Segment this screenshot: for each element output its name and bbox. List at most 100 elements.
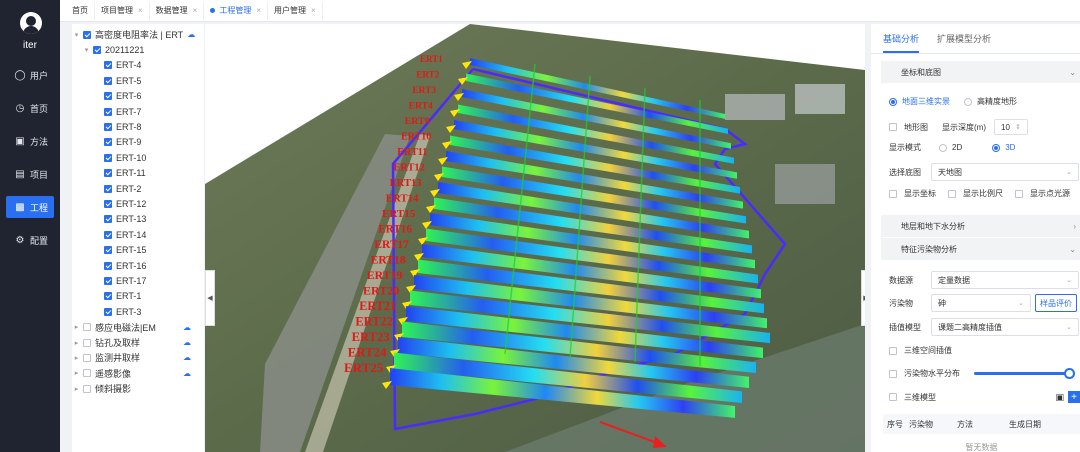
checkbox[interactable] [104, 246, 112, 255]
show-coords-checkbox[interactable] [889, 189, 897, 198]
caret-right-icon[interactable]: ▸ [72, 354, 81, 362]
caret-down-icon[interactable]: ▾ [82, 46, 91, 54]
tree-ert-item[interactable]: ERT-5 [72, 73, 204, 88]
section-strata-groundwater[interactable]: 地层和地下水分析 › [881, 215, 1080, 237]
close-icon[interactable]: × [311, 6, 316, 15]
cloud-upload-icon[interactable]: ☁ [183, 369, 191, 378]
show-light-checkbox[interactable] [1015, 189, 1023, 198]
caret-right-icon[interactable]: ▸ [72, 369, 81, 377]
tree-method-item[interactable]: ▸ 感应电磁法|EM ☁ [72, 319, 204, 334]
checkbox[interactable] [104, 230, 112, 239]
stepper-arrows-icon[interactable]: ⇕ [1015, 123, 1021, 131]
tab-user-management[interactable]: 用户管理 × [268, 1, 323, 20]
tree-root-ert[interactable]: ▾ 高密度电阻率法 | ERT ☁ [72, 27, 204, 42]
checkbox[interactable] [104, 169, 112, 178]
tree-ert-item[interactable]: ERT-12 [72, 196, 204, 211]
checkbox[interactable] [104, 261, 112, 270]
tab-extended-model-analysis[interactable]: 扩展模型分析 [937, 32, 991, 53]
tab-data-management[interactable]: 数据管理 × [150, 1, 205, 20]
tree-ert-item[interactable]: ERT-6 [72, 89, 204, 104]
tree-method-item[interactable]: ▸ 倾斜摄影 [72, 381, 204, 396]
section-pollutant-analysis[interactable]: 特征污染物分析 ⌄ [881, 238, 1080, 260]
checkbox[interactable] [104, 184, 112, 193]
sidebar-item-method[interactable]: ▣ 方法 [0, 130, 60, 152]
tree-ert-item[interactable]: ERT-15 [72, 242, 204, 257]
tree-ert-item[interactable]: ERT-17 [72, 273, 204, 288]
tab-basic-analysis[interactable]: 基础分析 [883, 32, 920, 53]
show-scale-checkbox[interactable] [948, 189, 956, 198]
checkbox[interactable] [104, 215, 112, 224]
radio-ground-3d[interactable]: 地面三维实景 [889, 96, 950, 107]
sidebar-item-project[interactable]: ▤ 项目 [0, 163, 60, 185]
section-coordinates-basemap[interactable]: 坐标和底图 ⌄ [881, 61, 1080, 83]
cloud-upload-icon[interactable]: ☁ [183, 323, 191, 332]
depth-stepper[interactable]: 10 ⇕ [994, 119, 1028, 135]
tree-ert-item[interactable]: ERT-10 [72, 150, 204, 165]
tab-project-management[interactable]: 项目管理 × [95, 1, 150, 20]
checkbox[interactable] [83, 338, 91, 347]
radio-2d[interactable]: 2D [939, 143, 962, 152]
tree-method-item[interactable]: ▸ 遥感影像 ☁ [72, 366, 204, 381]
checkbox[interactable] [104, 76, 112, 85]
distribution-slider[interactable] [974, 368, 1075, 379]
tree-ert-item[interactable]: ERT-7 [72, 104, 204, 119]
datasource-select[interactable]: 定量数据 ⌄ [931, 271, 1079, 289]
map-3d-view[interactable]: ERT1 ERT2 ERT3 ERT4 ERT9 ERT10 ERT11 ERT12 ERT13… [205, 24, 865, 452]
horizontal-dist-checkbox[interactable] [889, 369, 897, 378]
tree-ert-item[interactable]: ERT-11 [72, 166, 204, 181]
tree-ert-item[interactable]: ERT-1 [72, 289, 204, 304]
collapse-left-handle[interactable]: ◀ [205, 270, 215, 326]
basemap-select[interactable]: 天地图 ⌄ [931, 163, 1079, 181]
interp-model-select[interactable]: 课题二高精度插值 ⌄ [931, 318, 1079, 336]
map-canvas[interactable]: ERT1 ERT2 ERT3 ERT4 ERT9 ERT10 ERT11 ERT12 ERT13… [205, 24, 865, 452]
trash-icon[interactable]: ▣ [1055, 392, 1064, 403]
checkbox[interactable] [104, 107, 112, 116]
spatial-interp-checkbox[interactable] [889, 346, 897, 355]
checkbox[interactable] [83, 384, 91, 393]
avatar[interactable] [20, 12, 42, 34]
tree-ert-item[interactable]: ERT-16 [72, 258, 204, 273]
terrain-map-checkbox[interactable] [889, 123, 897, 131]
close-icon[interactable]: × [193, 6, 198, 15]
pollutant-select[interactable]: 砷 ⌄ [931, 294, 1031, 312]
checkbox[interactable] [83, 323, 91, 332]
checkbox[interactable] [104, 61, 112, 70]
tree-method-item[interactable]: ▸ 监测井取样 ☁ [72, 350, 204, 365]
tree-ert-item[interactable]: ERT-9 [72, 135, 204, 150]
radio-3d[interactable]: 3D [992, 143, 1015, 152]
checkbox[interactable] [83, 369, 91, 378]
tree-ert-item[interactable]: ERT-2 [72, 181, 204, 196]
sidebar-item-config[interactable]: ⚙ 配置 [0, 229, 60, 251]
sidebar-item-user[interactable]: ◯ 用户 [0, 64, 60, 86]
radio-hd-terrain[interactable]: 高精度地形 [964, 96, 1017, 107]
close-icon[interactable]: × [138, 6, 143, 15]
model3d-checkbox[interactable] [889, 393, 897, 401]
tree-method-item[interactable]: ▸ 钻孔及取样 ☁ [72, 335, 204, 350]
collapse-right-handle[interactable]: ▶ [861, 270, 865, 326]
tree-ert-item[interactable]: ERT-4 [72, 58, 204, 73]
checkbox[interactable] [83, 353, 91, 362]
tab-engineering-management[interactable]: 工程管理 × [204, 1, 269, 20]
tree-date-node[interactable]: ▾ 20211221 [72, 42, 204, 57]
add-button[interactable]: + [1068, 391, 1080, 403]
caret-right-icon[interactable]: ▸ [72, 339, 81, 347]
checkbox[interactable] [93, 46, 101, 55]
cloud-upload-icon[interactable]: ☁ [187, 30, 195, 39]
checkbox[interactable] [104, 123, 112, 132]
sample-evaluate-button[interactable]: 样品评价 [1035, 294, 1077, 312]
checkbox[interactable] [104, 138, 112, 147]
tree-ert-item[interactable]: ERT-8 [72, 119, 204, 134]
sidebar-item-engineering[interactable]: ▩ 工程 [6, 196, 54, 218]
close-icon[interactable]: × [256, 6, 261, 15]
checkbox[interactable] [104, 276, 112, 285]
cloud-upload-icon[interactable]: ☁ [183, 353, 191, 362]
checkbox[interactable] [104, 153, 112, 162]
checkbox[interactable] [83, 30, 91, 39]
checkbox[interactable] [104, 292, 112, 301]
sidebar-item-home[interactable]: ◷ 首页 [0, 97, 60, 119]
caret-down-icon[interactable]: ▾ [72, 31, 81, 39]
tree-ert-item[interactable]: ERT-14 [72, 227, 204, 242]
checkbox[interactable] [104, 92, 112, 101]
tab-home[interactable]: 首页 [66, 1, 95, 20]
checkbox[interactable] [104, 199, 112, 208]
